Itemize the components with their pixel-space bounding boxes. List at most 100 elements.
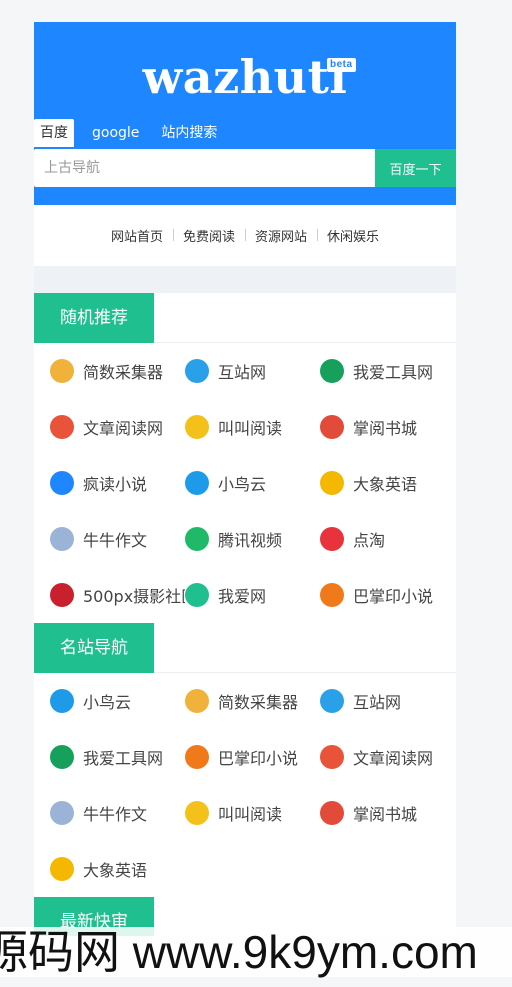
site-link[interactable]: 小鸟云 bbox=[50, 673, 185, 729]
page: wazhuti beta 百度 google 站内搜索 百度一下 网站首页 免费… bbox=[34, 22, 456, 936]
logo-text: wazhuti bbox=[142, 50, 348, 104]
site-link-label: 点淘 bbox=[353, 531, 386, 550]
quill-icon bbox=[50, 359, 74, 383]
site-link-label: 叫叫阅读 bbox=[218, 419, 283, 438]
site-link[interactable]: 500px摄影社区 bbox=[50, 567, 185, 623]
site-link-label: 巴掌印小说 bbox=[218, 749, 299, 768]
site-link-label: 互站网 bbox=[353, 693, 402, 712]
link-grid: 小鸟云 简数采集器 互站网我爱工具网 巴掌印小说 文章阅读网牛牛作文 叫叫阅读 掌阅书城大象… bbox=[34, 673, 456, 897]
site-link[interactable]: 简数采集器 bbox=[50, 343, 185, 399]
section-header: 随机推荐 bbox=[34, 293, 456, 343]
section-title: 名站导航 bbox=[34, 623, 154, 673]
site-link-label: 我爱工具网 bbox=[353, 363, 434, 382]
fengdu-icon bbox=[50, 471, 74, 495]
site-link-label: 500px摄影社区 bbox=[83, 587, 185, 606]
site-link-label: 文章阅读网 bbox=[353, 749, 434, 768]
beta-badge: beta bbox=[327, 58, 356, 72]
site-link-label: 掌阅书城 bbox=[353, 805, 418, 824]
site-link[interactable]: 我爱工具网 bbox=[320, 343, 455, 399]
watermark: 源码网 www.9k9ym.com bbox=[0, 927, 512, 977]
site-link[interactable]: 叫叫阅读 bbox=[185, 399, 320, 455]
site-link-label: 我爱工具网 bbox=[83, 749, 164, 768]
diantao-icon bbox=[320, 527, 344, 551]
site-link[interactable]: 点淘 bbox=[320, 511, 455, 567]
section-title: 随机推荐 bbox=[34, 293, 154, 343]
site-link[interactable]: 巴掌印小说 bbox=[320, 567, 455, 623]
site-link[interactable]: 文章阅读网 bbox=[320, 729, 455, 785]
site-link-label: 小鸟云 bbox=[218, 475, 267, 494]
site-link[interactable]: 腾讯视频 bbox=[185, 511, 320, 567]
nav-leisure[interactable]: 休闲娱乐 bbox=[317, 226, 389, 245]
leaf-icon bbox=[320, 415, 344, 439]
site-link[interactable]: 文章阅读网 bbox=[50, 399, 185, 455]
site-link-label: 大象英语 bbox=[83, 861, 148, 880]
w-icon bbox=[185, 583, 209, 607]
site-link-label: 牛牛作文 bbox=[83, 531, 148, 550]
sections: 随机推荐 简数采集器 互站网 我爱工具网 文章阅读网 叫叫阅读 掌阅书城 疯读小说 小鸟云 大象英… bbox=[34, 293, 456, 936]
quill-icon bbox=[185, 689, 209, 713]
500px-icon bbox=[50, 583, 74, 607]
wrench-icon bbox=[320, 359, 344, 383]
play-icon bbox=[185, 527, 209, 551]
niuniu-icon bbox=[50, 527, 74, 551]
site-link-label: 互站网 bbox=[218, 363, 267, 382]
site-link[interactable]: 牛牛作文 bbox=[50, 511, 185, 567]
site-link[interactable]: 掌阅书城 bbox=[320, 399, 455, 455]
site-link-label: 小鸟云 bbox=[83, 693, 132, 712]
site-link[interactable]: 小鸟云 bbox=[185, 455, 320, 511]
site-link[interactable]: 牛牛作文 bbox=[50, 785, 185, 841]
swirl-icon bbox=[50, 689, 74, 713]
section-header: 名站导航 bbox=[34, 623, 456, 673]
search-button[interactable]: 百度一下 bbox=[375, 149, 456, 187]
site-link-label: 简数采集器 bbox=[83, 363, 164, 382]
bowl-icon bbox=[185, 801, 209, 825]
site-link[interactable]: 简数采集器 bbox=[185, 673, 320, 729]
tab-site-search[interactable]: 站内搜索 bbox=[153, 119, 225, 147]
nav-home[interactable]: 网站首页 bbox=[101, 226, 173, 245]
elephant-icon bbox=[50, 857, 74, 881]
wen-icon bbox=[320, 745, 344, 769]
search-bar: 百度一下 bbox=[34, 149, 456, 187]
site-link[interactable]: 大象英语 bbox=[50, 841, 185, 897]
site-link-label: 文章阅读网 bbox=[83, 419, 164, 438]
site-link[interactable]: 叫叫阅读 bbox=[185, 785, 320, 841]
site-link[interactable]: 我爱工具网 bbox=[50, 729, 185, 785]
site-link[interactable]: 互站网 bbox=[320, 673, 455, 729]
leaf-icon bbox=[320, 801, 344, 825]
bowl-icon bbox=[185, 415, 209, 439]
swirl-icon bbox=[185, 471, 209, 495]
link-grid: 简数采集器 互站网 我爱工具网文章阅读网 叫叫阅读 掌阅书城疯读小说 小鸟云 大象英语牛牛作… bbox=[34, 343, 456, 623]
search-input[interactable] bbox=[34, 149, 375, 187]
divider-band bbox=[34, 266, 456, 293]
wrench-icon bbox=[50, 745, 74, 769]
top-nav: 网站首页 免费阅读 资源网站 休闲娱乐 bbox=[34, 205, 456, 266]
site-logo[interactable]: wazhuti beta bbox=[34, 50, 456, 104]
site-link-label: 简数采集器 bbox=[218, 693, 299, 712]
site-link-label: 疯读小说 bbox=[83, 475, 148, 494]
site-link[interactable]: 大象英语 bbox=[320, 455, 455, 511]
site-link-label: 大象英语 bbox=[353, 475, 418, 494]
tab-baidu[interactable]: 百度 bbox=[34, 119, 74, 147]
site-link[interactable]: 互站网 bbox=[185, 343, 320, 399]
nav-free-reading[interactable]: 免费阅读 bbox=[172, 226, 245, 245]
site-link[interactable]: 疯读小说 bbox=[50, 455, 185, 511]
xtwx-icon bbox=[320, 583, 344, 607]
site-link[interactable]: 我爱网 bbox=[185, 567, 320, 623]
site-link[interactable]: 掌阅书城 bbox=[320, 785, 455, 841]
elephant-icon bbox=[320, 471, 344, 495]
nav-resources[interactable]: 资源网站 bbox=[245, 226, 317, 245]
xtwx-icon bbox=[185, 745, 209, 769]
tab-google[interactable]: google bbox=[84, 119, 147, 147]
site-link-label: 掌阅书城 bbox=[353, 419, 418, 438]
search-tabs: 百度 google 站内搜索 bbox=[34, 119, 231, 147]
site-link[interactable]: 巴掌印小说 bbox=[185, 729, 320, 785]
header: wazhuti beta 百度 google 站内搜索 百度一下 bbox=[34, 22, 456, 205]
niuniu-icon bbox=[50, 801, 74, 825]
stack-icon bbox=[185, 359, 209, 383]
site-link-label: 腾讯视频 bbox=[218, 531, 283, 550]
wen-icon bbox=[50, 415, 74, 439]
site-link-label: 巴掌印小说 bbox=[353, 587, 434, 606]
site-link-label: 叫叫阅读 bbox=[218, 805, 283, 824]
site-link-label: 我爱网 bbox=[218, 587, 267, 606]
site-link-label: 牛牛作文 bbox=[83, 805, 148, 824]
